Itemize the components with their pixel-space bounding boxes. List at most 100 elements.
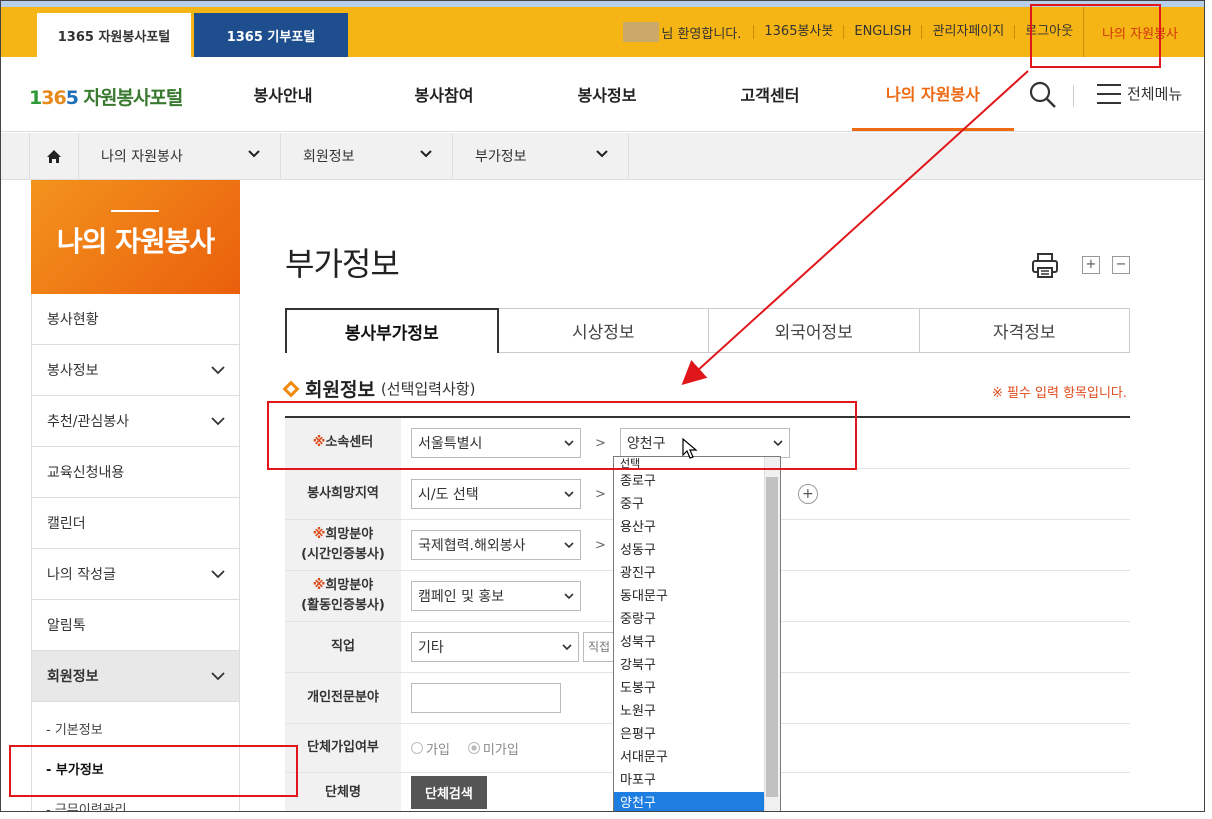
scrollbar-thumb[interactable] [766, 477, 778, 797]
expertise-input[interactable] [411, 683, 561, 713]
sidebar-menu: 봉사현황 봉사정보 추천/관심봉사 교육신청내용 캘린더 나의 작성글 알림톡 … [31, 294, 240, 811]
dropdown-option[interactable]: 성동구 [614, 539, 765, 562]
nav-volunteer-participation[interactable]: 봉사참여 [384, 57, 504, 131]
breadcrumb-my-volunteer[interactable]: 나의 자원봉사 [79, 133, 281, 179]
label-preferred-region: 봉사희망지역 [285, 469, 401, 519]
breadcrumb-additional-info[interactable]: 부가정보 [453, 133, 629, 179]
dropdown-option[interactable]: 양천구 [614, 792, 765, 811]
dropdown-options: 선택 종로구 중구 용산구 성동구 광진구 동대문구 중랑구 성북구 강북구 도봉구 노원구 은평구 서대… [614, 457, 780, 811]
diamond-bullet-icon [282, 380, 300, 397]
dropdown-option[interactable]: 은평구 [614, 723, 765, 746]
dropdown-option[interactable]: 노원구 [614, 700, 765, 723]
nav-my-volunteer[interactable]: 나의 자원봉사 [852, 57, 1014, 131]
tab-certificates[interactable]: 자격정보 [919, 308, 1130, 353]
separator: > [595, 537, 606, 553]
sidebar-item-member-info[interactable]: 회원정보 [32, 651, 239, 702]
dropdown-option[interactable]: 용산구 [614, 516, 765, 539]
label-preferred-field-time: ※희망분야 (시간인증봉사) [285, 520, 401, 570]
info-tabs: 봉사부가정보 시상정보 외국어정보 자격정보 [285, 308, 1130, 353]
dropdown-option[interactable]: 중랑구 [614, 608, 765, 631]
sidebar-title-banner: 나의 자원봉사 [31, 180, 240, 294]
sidebar-item-calendar[interactable]: 캘린더 [32, 498, 239, 549]
welcome-message: 님 환영합니다. [623, 22, 741, 42]
chevron-down-icon [564, 593, 574, 600]
title-decoration [111, 210, 159, 212]
dropdown-option[interactable]: 중구 [614, 493, 765, 516]
select-job[interactable]: 기타 [411, 632, 579, 662]
chevron-down-icon [562, 644, 572, 651]
radio-circle-icon [467, 742, 480, 754]
sidebar-item-volunteer-info[interactable]: 봉사정보 [32, 345, 239, 396]
sidebar-sub-basic-info[interactable]: - 기본정보 [32, 708, 239, 748]
radio-circle-icon [411, 742, 423, 754]
gu-dropdown-list[interactable]: 선택 종로구 중구 용산구 성동구 광진구 동대문구 중랑구 성북구 강북구 도봉구 노원구 은평구 서대… [613, 456, 781, 811]
sidebar-item-my-posts[interactable]: 나의 작성글 [32, 549, 239, 600]
dropdown-option[interactable]: 동대문구 [614, 585, 765, 608]
chevron-down-icon [211, 672, 225, 681]
nav-volunteer-info[interactable]: 봉사정보 [547, 57, 667, 131]
label-preferred-field-activity: ※희망분야 (활동인증봉사) [285, 571, 401, 621]
link-chatbot[interactable]: 1365봉사봇 [753, 25, 843, 39]
blurred-username [623, 22, 660, 42]
zoom-out-button[interactable]: − [1112, 256, 1130, 274]
tab-donation-portal[interactable]: 1365 기부포털 [194, 13, 348, 57]
chevron-down-icon [564, 491, 574, 498]
label-group-name: 단체명 [285, 773, 401, 811]
chevron-down-icon [211, 417, 225, 426]
home-icon[interactable] [29, 133, 79, 179]
group-search-button[interactable]: 단체검색 [411, 776, 487, 809]
dropdown-option[interactable]: 종로구 [614, 470, 765, 493]
tab-awards[interactable]: 시상정보 [498, 308, 709, 353]
radio-not-joined[interactable]: 미가입 [467, 739, 519, 758]
tab-volunteer-additional[interactable]: 봉사부가정보 [285, 308, 499, 353]
tab-volunteer-portal[interactable]: 1365 자원봉사포털 [37, 13, 191, 57]
add-region-icon[interactable]: + [797, 484, 818, 504]
highlight-my-volunteer [1030, 4, 1161, 68]
select-region-sido[interactable]: 시/도 선택 [411, 479, 581, 509]
chevron-down-icon [420, 150, 432, 158]
label-expertise: 개인전문분야 [285, 673, 401, 723]
chevron-down-icon [564, 542, 574, 549]
dropdown-scrollbar[interactable] [764, 457, 780, 811]
sidebar-item-education[interactable]: 교육신청내용 [32, 447, 239, 498]
link-admin[interactable]: 관리자페이지 [921, 25, 1014, 39]
print-icon[interactable] [1031, 253, 1059, 279]
select-field-time[interactable]: 국제협력.해외봉사 [411, 530, 581, 560]
all-menu-button[interactable]: 전체메뉴 [1097, 83, 1182, 104]
highlight-affiliated-center [267, 401, 857, 470]
sidebar-title: 나의 자원봉사 [56, 225, 215, 258]
highlight-additional-info [9, 745, 298, 797]
dropdown-option[interactable]: 강북구 [614, 654, 765, 677]
nav-divider [1073, 85, 1074, 107]
breadcrumb: 나의 자원봉사 회원정보 부가정보 [1, 133, 1204, 180]
top-utility-bar: 1365 자원봉사포털 1365 기부포털 님 환영합니다. 1365봉사봇 E… [1, 1, 1204, 57]
main-navigation: 1365 자원봉사포털 봉사안내 봉사참여 봉사정보 고객센터 나의 자원봉사 … [1, 57, 1204, 132]
link-english[interactable]: ENGLISH [843, 25, 921, 39]
radio-joined[interactable]: 가입 [411, 739, 450, 758]
sidebar-item-alimtalk[interactable]: 알림톡 [32, 600, 239, 651]
section-heading: 회원정보 (선택입력사항) [282, 375, 475, 402]
nav-volunteer-guide[interactable]: 봉사안내 [223, 57, 343, 131]
sidebar-item-volunteer-status[interactable]: 봉사현황 [32, 294, 239, 345]
dropdown-option[interactable]: 성북구 [614, 631, 765, 654]
chevron-down-icon [248, 150, 260, 158]
nav-customer-center[interactable]: 고객센터 [710, 57, 830, 131]
dropdown-option[interactable]: 마포구 [614, 769, 765, 792]
dropdown-option[interactable]: 서대문구 [614, 746, 765, 769]
required-note: ※ 필수 입력 항목입니다. [991, 386, 1127, 401]
select-field-activity[interactable]: 캠페인 및 홍보 [411, 581, 581, 611]
page-title: 부가정보 [285, 245, 400, 283]
chevron-down-icon [596, 150, 608, 158]
label-job: 직업 [285, 622, 401, 672]
dropdown-option[interactable]: 도봉구 [614, 677, 765, 700]
search-icon[interactable] [1029, 81, 1057, 109]
breadcrumb-member-info[interactable]: 회원정보 [281, 133, 453, 179]
label-group-join: 단체가입여부 [285, 724, 401, 772]
sidebar-item-recommended[interactable]: 추천/관심봉사 [32, 396, 239, 447]
hamburger-icon [1097, 83, 1121, 104]
site-logo[interactable]: 1365 자원봉사포털 [29, 83, 183, 110]
browser-viewport: 1365 자원봉사포털 1365 기부포털 님 환영합니다. 1365봉사봇 E… [0, 0, 1205, 812]
zoom-in-button[interactable]: + [1082, 256, 1100, 274]
tab-languages[interactable]: 외국어정보 [709, 308, 920, 353]
dropdown-option[interactable]: 광진구 [614, 562, 765, 585]
